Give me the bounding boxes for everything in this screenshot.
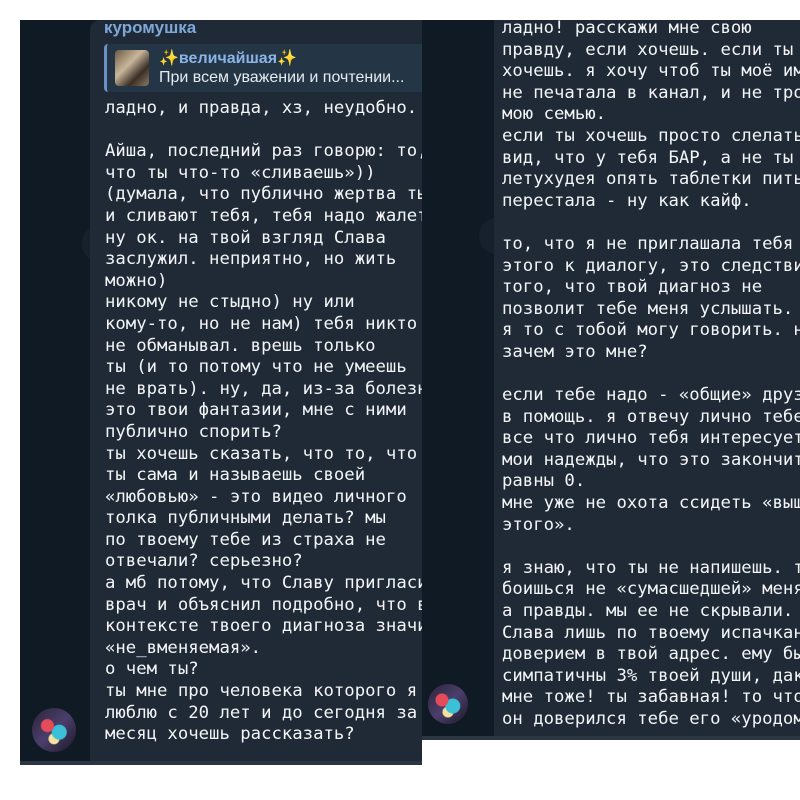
sparkle-icon: ✨ (159, 50, 179, 67)
user-avatar[interactable] (428, 684, 468, 724)
reply-text: При всем уважении и почтении... (159, 69, 405, 86)
divider (422, 736, 800, 740)
user-avatar[interactable] (32, 708, 76, 752)
sender-name[interactable]: куромушка (104, 20, 196, 38)
message-text: ладно! расскажи мне свою правду, если хо… (502, 20, 800, 729)
message-bubble[interactable]: ладно! расскажи мне свою правду, если хо… (494, 20, 800, 740)
sparkle-icon: ✨ (277, 50, 297, 67)
chat-screenshot-left: куромушка ✨величайшая✨ При всем уважении… (20, 20, 422, 765)
reply-author-name: величайшая (178, 50, 278, 67)
message-text: ладно, и правда, хз, неудобно. Айша, пос… (105, 98, 422, 745)
message-bubble[interactable]: куромушка ✨величайшая✨ При всем уважении… (90, 20, 422, 765)
reply-quote[interactable]: ✨величайшая✨ При всем уважении и почтени… (104, 44, 422, 92)
reply-thumbnail-image (115, 50, 149, 86)
chat-screenshot-right: ладно! расскажи мне свою правду, если хо… (422, 20, 800, 740)
reply-author: ✨величайшая✨ (159, 48, 297, 68)
divider (20, 761, 422, 765)
